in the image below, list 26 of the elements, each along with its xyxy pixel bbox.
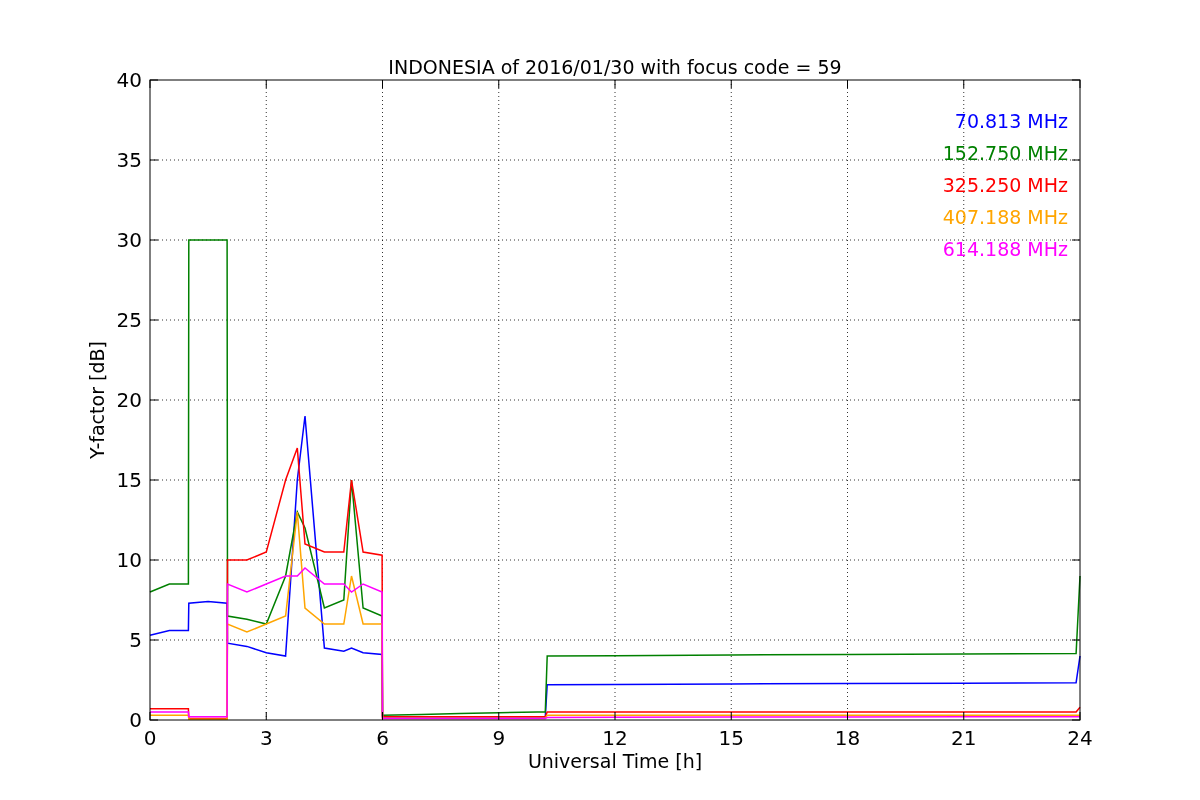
legend-label: 70.813 MHz: [954, 110, 1068, 132]
x-tick-label: 12: [602, 726, 628, 750]
y-axis-label: Y-factor [dB]: [86, 341, 108, 459]
y-tick-label: 35: [116, 148, 142, 172]
y-tick-label: 0: [129, 708, 142, 732]
legend-label: 614.188 MHz: [942, 238, 1068, 260]
y-tick-label: 5: [129, 628, 142, 652]
x-tick-label: 3: [259, 726, 273, 750]
y-tick-label: 15: [116, 468, 142, 492]
x-tick-label: 0: [143, 726, 157, 750]
x-tick-label: 9: [492, 726, 506, 750]
x-tick-label: 18: [834, 726, 861, 750]
legend-label: 407.188 MHz: [942, 206, 1068, 228]
y-tick-label: 10: [116, 548, 142, 572]
legend-label: 152.750 MHz: [942, 142, 1068, 164]
x-tick-label: 21: [951, 726, 977, 750]
y-tick-label: 40: [116, 68, 142, 92]
x-tick-label: 24: [1067, 726, 1093, 750]
x-tick-label: 6: [376, 726, 389, 750]
legend-label: 325.250 MHz: [942, 174, 1068, 196]
y-tick-label: 20: [116, 388, 142, 412]
chart-title: INDONESIA of 2016/01/30 with focus code = 59: [388, 56, 842, 78]
x-tick-label: 15: [718, 726, 744, 750]
x-axis-label: Universal Time [h]: [527, 750, 703, 772]
y-tick-label: 25: [116, 308, 142, 332]
y-tick-label: 30: [116, 228, 142, 252]
